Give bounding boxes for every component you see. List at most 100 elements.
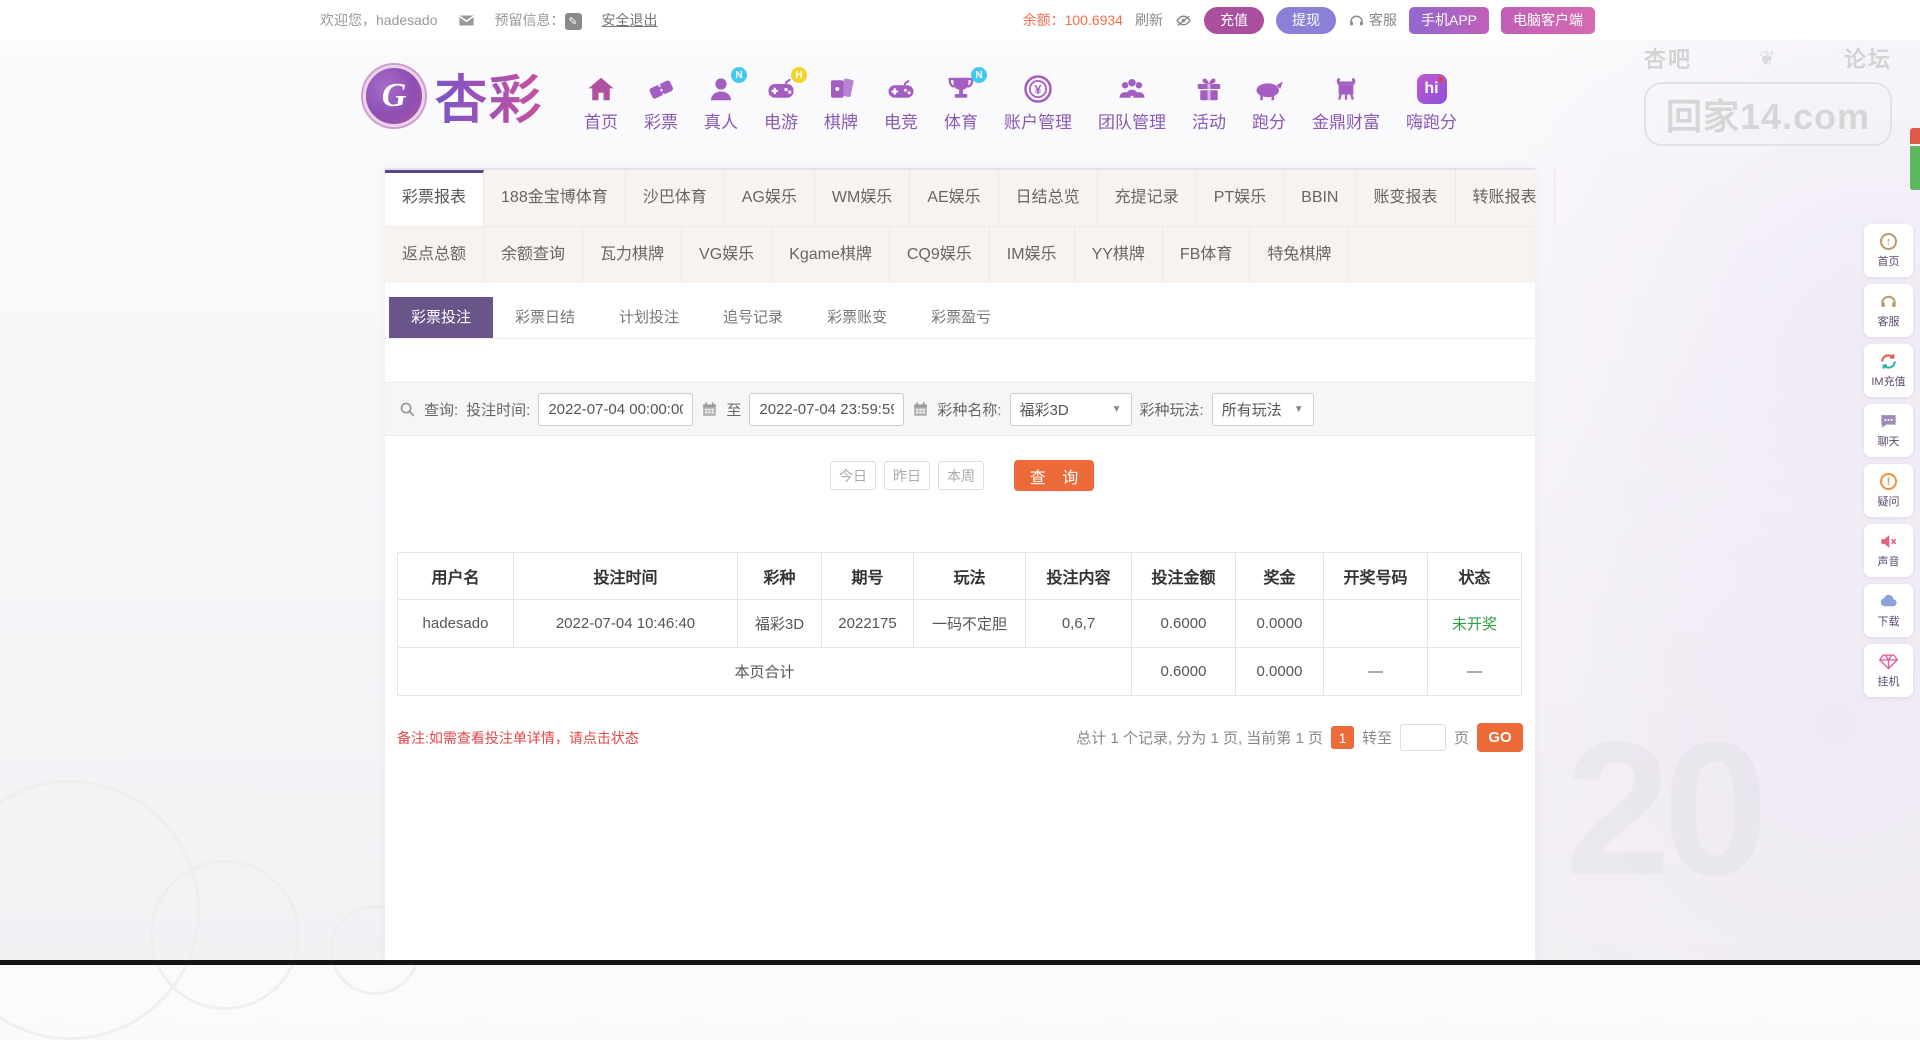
nav-jinding-wealth[interactable]: 金鼎财富: [1312, 73, 1380, 133]
mail-icon[interactable]: [458, 12, 475, 29]
tab-vg[interactable]: VG娱乐: [682, 227, 772, 283]
scrollbar-thumb[interactable]: [1910, 146, 1920, 190]
subtab-lottery-profit[interactable]: 彩票盈亏: [909, 297, 1013, 338]
site-logo[interactable]: G 杏彩: [363, 58, 543, 133]
tab-fb-sport[interactable]: FB体育: [1163, 227, 1250, 283]
nav-activity[interactable]: 活动: [1192, 73, 1226, 133]
page-number-input[interactable]: [1400, 724, 1446, 751]
goto-label: 转至: [1362, 727, 1392, 748]
lottery-select[interactable]: 福彩3D ▼: [1010, 393, 1132, 426]
today-button[interactable]: 今日: [830, 461, 876, 490]
bet-time-label: 投注时间:: [466, 399, 530, 420]
tab-pt[interactable]: PT娱乐: [1197, 170, 1284, 226]
im-recharge-icon: [1879, 352, 1898, 371]
nav-lottery[interactable]: 彩票: [644, 73, 678, 133]
status-badge[interactable]: 未开奖: [1428, 600, 1522, 648]
nav-hi-paofen[interactable]: hi 嗨跑分: [1406, 73, 1457, 133]
rhino-icon: [1253, 73, 1285, 105]
logo-emblem-icon: G: [363, 65, 425, 127]
calendar-icon[interactable]: [701, 401, 718, 418]
headset-icon: [1348, 12, 1365, 29]
mobile-app-button[interactable]: 手机APP: [1409, 7, 1489, 34]
tab-lottery-report[interactable]: 彩票报表: [385, 170, 484, 226]
nav-chess[interactable]: 棋牌: [824, 73, 858, 133]
sidebar-item-question[interactable]: ! 疑问: [1864, 464, 1913, 517]
tab-tetu-chess[interactable]: 特兔棋牌: [1250, 227, 1349, 283]
col-username: 用户名: [398, 553, 514, 600]
tab-transfer-report[interactable]: 转账报表: [1456, 170, 1555, 226]
watermark-domain: 回家14.com: [1644, 82, 1892, 146]
recharge-button[interactable]: 充值: [1204, 7, 1264, 34]
note-text: 备注:如需查看投注单详情，请点击状态: [397, 728, 639, 748]
total-status: —: [1428, 648, 1522, 696]
subtab-lottery-account-change[interactable]: 彩票账变: [805, 297, 909, 338]
tab-wm[interactable]: WM娱乐: [815, 170, 910, 226]
go-button[interactable]: GO: [1477, 723, 1523, 752]
tab-ae[interactable]: AE娱乐: [910, 170, 998, 226]
sidebar-item-download[interactable]: 下载: [1864, 584, 1913, 637]
nav-account-manage[interactable]: ¥ 账户管理: [1004, 73, 1072, 133]
withdraw-button[interactable]: 提现: [1276, 7, 1336, 34]
nav-egame[interactable]: 电游 H: [764, 73, 798, 133]
subtab-lottery-bet[interactable]: 彩票投注: [389, 297, 493, 338]
tab-account-change-report[interactable]: 账变报表: [1356, 170, 1455, 226]
calendar-icon[interactable]: [912, 401, 929, 418]
tab-deposit-record[interactable]: 充提记录: [1098, 170, 1197, 226]
sidebar-item-autobet[interactable]: 挂机: [1864, 644, 1913, 697]
play-type-select[interactable]: 所有玩法 ▼: [1212, 393, 1314, 426]
total-prize: 0.0000: [1236, 648, 1324, 696]
tab-bbin[interactable]: BBIN: [1284, 170, 1356, 226]
subtab-lottery-daily[interactable]: 彩票日结: [493, 297, 597, 338]
subtab-chase-record[interactable]: 追号记录: [701, 297, 805, 338]
query-button[interactable]: 查 询: [1014, 460, 1094, 491]
nav-home[interactable]: 首页: [584, 73, 618, 133]
total-bet-amount: 0.6000: [1132, 648, 1236, 696]
query-label: 查询:: [424, 399, 458, 420]
eye-off-icon[interactable]: [1175, 12, 1192, 29]
sidebar-item-sound[interactable]: 声音: [1864, 524, 1913, 577]
edit-pencil-icon[interactable]: ✎: [565, 13, 582, 30]
tab-188-sport[interactable]: 188金宝博体育: [484, 170, 626, 226]
table-total-row: 本页合计 0.6000 0.0000 — —: [398, 648, 1522, 696]
sidebar-item-home[interactable]: ↑ 首页: [1864, 224, 1913, 277]
sidebar-item-im-recharge[interactable]: IM充值: [1864, 344, 1913, 397]
tab-rebate-total[interactable]: 返点总额: [385, 227, 484, 283]
logout-link[interactable]: 安全退出: [602, 10, 658, 30]
sidebar-item-service[interactable]: 客服: [1864, 284, 1913, 337]
nav-team-manage[interactable]: 团队管理: [1098, 73, 1166, 133]
nav-paofen[interactable]: 跑分: [1252, 73, 1286, 133]
tab-balance-query[interactable]: 余额查询: [484, 227, 583, 283]
tab-shaba-sport[interactable]: 沙巴体育: [626, 170, 725, 226]
background-number-watermark: 20: [1565, 700, 1760, 918]
tab-ag[interactable]: AG娱乐: [725, 170, 815, 226]
nav-sports[interactable]: 体育 N: [944, 73, 978, 133]
home-icon: [585, 73, 617, 105]
sidebar-item-chat[interactable]: 聊天: [1864, 404, 1913, 457]
tab-cq9[interactable]: CQ9娱乐: [890, 227, 990, 283]
tab-wali-chess[interactable]: 瓦力棋牌: [583, 227, 682, 283]
yesterday-button[interactable]: 昨日: [884, 461, 930, 490]
tab-daily-summary[interactable]: 日结总览: [999, 170, 1098, 226]
subtab-plan-bet[interactable]: 计划投注: [597, 297, 701, 338]
question-icon: !: [1879, 472, 1898, 491]
team-icon: [1116, 73, 1148, 105]
pc-client-button[interactable]: 电脑客户端: [1501, 7, 1595, 34]
refresh-link[interactable]: 刷新: [1135, 10, 1163, 30]
download-cloud-icon: [1879, 592, 1898, 611]
time-from-input[interactable]: [538, 393, 693, 426]
col-lottery: 彩种: [738, 553, 822, 600]
forum-watermark: 杏吧 ❦ 论坛 回家14.com: [1644, 42, 1892, 146]
time-to-input[interactable]: [749, 393, 904, 426]
nav-live[interactable]: 真人 N: [704, 73, 738, 133]
headset-icon: [1879, 292, 1898, 311]
nav-esports[interactable]: 电竞: [884, 73, 918, 133]
current-page-badge[interactable]: 1: [1331, 726, 1354, 749]
scrollbar-thumb-top[interactable]: [1910, 128, 1920, 144]
diamond-icon: [1879, 652, 1898, 671]
floating-sidebar: ↑ 首页 客服 IM充值 聊天 ! 疑问 声音 下载: [1864, 224, 1913, 704]
service-link[interactable]: 客服: [1348, 10, 1397, 30]
tab-yy-chess[interactable]: YY棋牌: [1075, 227, 1163, 283]
this-week-button[interactable]: 本周: [938, 461, 984, 490]
tab-im[interactable]: IM娱乐: [990, 227, 1075, 283]
tab-kgame[interactable]: Kgame棋牌: [772, 227, 890, 283]
